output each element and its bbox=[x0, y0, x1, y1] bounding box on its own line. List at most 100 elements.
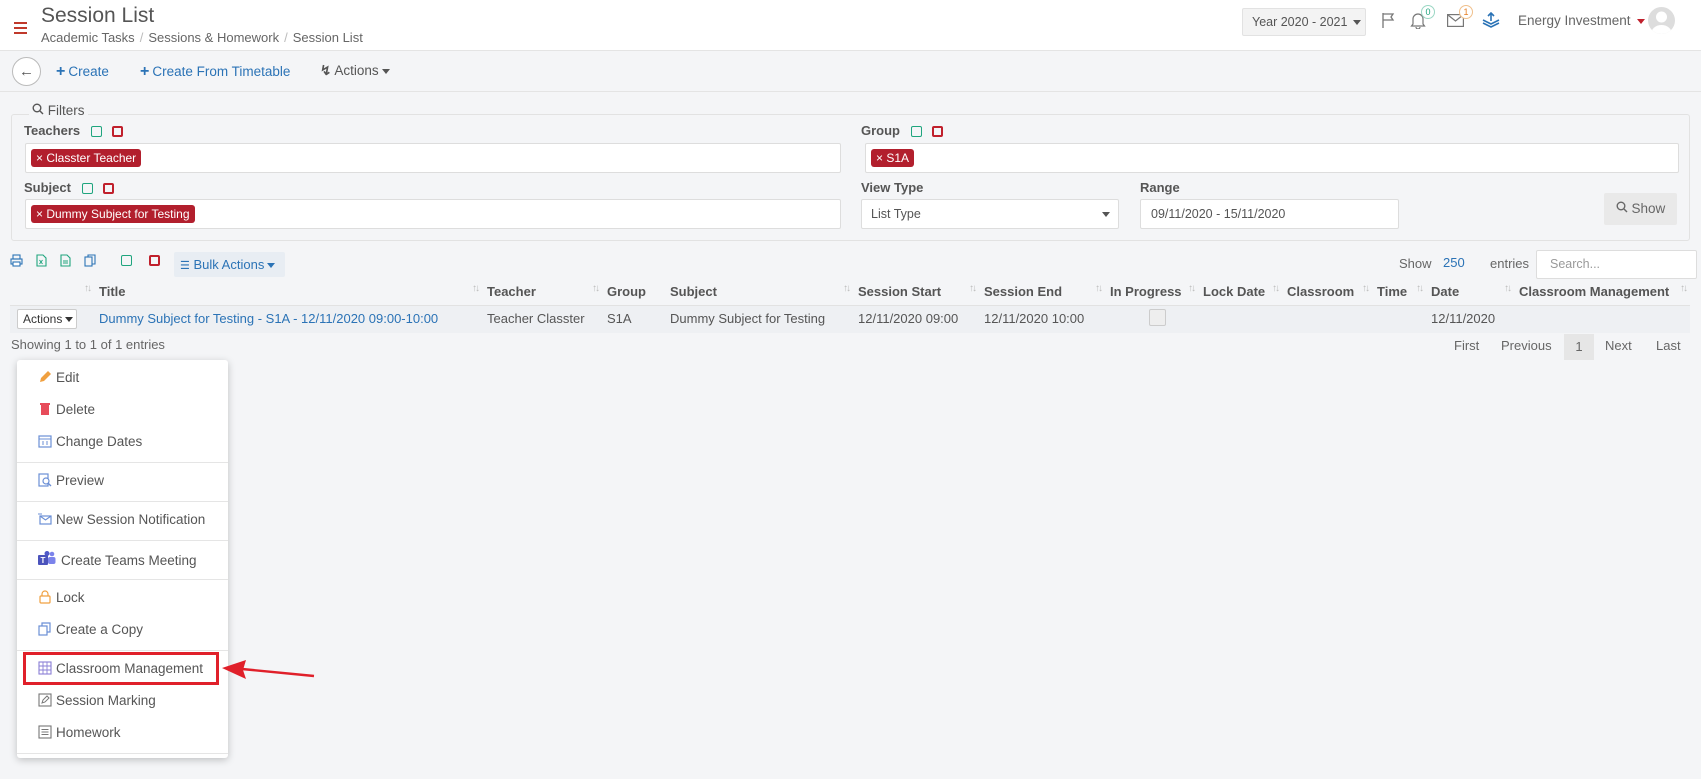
row-actions-menu: Edit Delete Change Dates Preview New Ses… bbox=[17, 360, 228, 758]
col-in-progress[interactable]: In Progress bbox=[1110, 284, 1182, 299]
col-teacher[interactable]: Teacher bbox=[487, 284, 536, 299]
teachers-tag-text: Classter Teacher bbox=[46, 151, 137, 165]
row-in-progress-checkbox[interactable] bbox=[1149, 309, 1166, 326]
actions-dropdown[interactable]: ↯ Actions bbox=[320, 63, 390, 79]
menu-item-delete[interactable]: Delete bbox=[38, 402, 95, 417]
menu-item-edit[interactable]: Edit bbox=[38, 370, 79, 385]
subject-input[interactable]: × Dummy Subject for Testing bbox=[25, 199, 841, 229]
create-from-timetable-button[interactable]: + Create From Timetable bbox=[140, 63, 290, 81]
menu-delete-label: Delete bbox=[56, 402, 96, 417]
group-select-all-icon[interactable] bbox=[910, 126, 922, 138]
lock-icon bbox=[39, 590, 51, 604]
row-session-start: 12/11/2020 09:00 bbox=[858, 311, 959, 326]
col-group[interactable]: Group bbox=[607, 284, 646, 299]
bulk-actions-button[interactable]: ☰ Bulk Actions bbox=[174, 252, 285, 277]
row-session-end: 12/11/2020 10:00 bbox=[984, 311, 1085, 326]
teachers-select-all-icon[interactable] bbox=[90, 126, 102, 138]
csv-icon[interactable] bbox=[60, 254, 71, 267]
pager-next[interactable]: Next bbox=[1605, 338, 1632, 353]
subject-label-text: Subject bbox=[24, 180, 71, 195]
subject-select-all-icon[interactable] bbox=[81, 183, 93, 195]
view-type-value: List Type bbox=[871, 207, 921, 221]
bulk-actions-label: Bulk Actions bbox=[193, 257, 265, 272]
flag-icon[interactable] bbox=[1381, 12, 1397, 28]
teachers-label-text: Teachers bbox=[24, 123, 81, 138]
create-button[interactable]: + Create bbox=[56, 63, 109, 81]
pager-last[interactable]: Last bbox=[1656, 338, 1681, 353]
col-classroom[interactable]: Classroom bbox=[1287, 284, 1354, 299]
menu-item-homework[interactable]: Homework bbox=[38, 725, 121, 740]
col-subject[interactable]: Subject bbox=[670, 284, 717, 299]
row-actions-button[interactable]: Actions bbox=[17, 309, 77, 329]
deselect-all-icon[interactable] bbox=[149, 255, 160, 266]
pager-previous[interactable]: Previous bbox=[1501, 338, 1552, 353]
pencil-icon bbox=[40, 371, 51, 382]
col-classroom-management[interactable]: Classroom Management bbox=[1519, 284, 1669, 299]
entries-count-select[interactable]: 250 bbox=[1443, 255, 1465, 270]
trash-icon bbox=[40, 403, 50, 415]
teachers-clear-icon[interactable] bbox=[112, 126, 124, 138]
col-time[interactable]: Time bbox=[1377, 284, 1407, 299]
notifications-icon[interactable]: 0 bbox=[1410, 5, 1435, 32]
view-type-select[interactable]: List Type bbox=[861, 199, 1119, 229]
user-name[interactable]: Energy Investment bbox=[1518, 13, 1645, 28]
avatar[interactable] bbox=[1648, 7, 1675, 34]
search-icon bbox=[1616, 201, 1628, 213]
col-lock-date[interactable]: Lock Date bbox=[1203, 284, 1265, 299]
teachers-tag[interactable]: × Classter Teacher bbox=[31, 149, 142, 167]
subject-tag[interactable]: × Dummy Subject for Testing bbox=[31, 205, 195, 223]
group-label-text: Group bbox=[861, 123, 900, 138]
subject-label: Subject bbox=[24, 180, 115, 195]
preview-icon bbox=[38, 473, 52, 487]
actions-label: Actions bbox=[334, 63, 379, 78]
table-search-input[interactable]: Search... bbox=[1536, 250, 1697, 279]
row-title-link[interactable]: Dummy Subject for Testing - S1A - 12/11/… bbox=[99, 311, 438, 326]
search-icon bbox=[32, 103, 44, 115]
group-tag[interactable]: × S1A bbox=[871, 149, 915, 167]
col-session-end[interactable]: Session End bbox=[984, 284, 1062, 299]
show-button[interactable]: Show bbox=[1604, 193, 1677, 225]
copy-icon[interactable] bbox=[84, 254, 96, 267]
print-icon[interactable] bbox=[10, 254, 23, 267]
menu-edit-label: Edit bbox=[56, 370, 80, 385]
row-date: 12/11/2020 bbox=[1431, 311, 1496, 326]
layers-icon[interactable] bbox=[1482, 12, 1500, 28]
list-icon: ☰ bbox=[180, 260, 190, 272]
teachers-input[interactable]: × Classter Teacher bbox=[25, 143, 841, 173]
year-select[interactable]: Year 2020 - 2021 bbox=[1242, 8, 1366, 36]
col-session-start[interactable]: Session Start bbox=[858, 284, 941, 299]
highlight-box bbox=[23, 652, 219, 685]
menu-preview-label: Preview bbox=[56, 473, 105, 488]
homework-list-icon bbox=[38, 725, 52, 739]
col-date[interactable]: Date bbox=[1431, 284, 1459, 299]
col-title[interactable]: Title bbox=[99, 284, 126, 299]
back-button[interactable]: ← bbox=[12, 57, 41, 86]
messages-icon[interactable]: 1 bbox=[1447, 5, 1473, 30]
menu-item-change-dates[interactable]: Change Dates bbox=[38, 434, 142, 449]
subject-clear-icon[interactable] bbox=[103, 183, 115, 195]
hamburger-menu-icon[interactable] bbox=[14, 22, 27, 37]
menu-item-preview[interactable]: Preview bbox=[38, 473, 104, 488]
pager-first[interactable]: First bbox=[1454, 338, 1479, 353]
show-button-label: Show bbox=[1631, 201, 1666, 216]
menu-item-session-marking[interactable]: Session Marking bbox=[38, 693, 156, 708]
filters-legend-text: Filters bbox=[47, 103, 85, 118]
breadcrumb: Academic Tasks / Sessions & Homework / Sessi… bbox=[41, 30, 363, 45]
menu-item-lock[interactable]: Lock bbox=[38, 590, 85, 605]
breadcrumb-sessions-homework[interactable]: Sessions & Homework bbox=[148, 30, 279, 45]
range-input[interactable]: 09/11/2020 - 15/11/2020 bbox=[1140, 199, 1399, 229]
menu-item-create-a-copy[interactable]: Create a Copy bbox=[38, 622, 143, 637]
range-label: Range bbox=[1140, 180, 1180, 195]
group-clear-icon[interactable] bbox=[932, 126, 944, 138]
row-actions-label: Actions bbox=[23, 312, 63, 326]
menu-homework-label: Homework bbox=[56, 725, 121, 740]
page-toolbar: ← + Create + Create From Timetable ↯ Action… bbox=[0, 51, 1701, 92]
excel-icon[interactable] bbox=[36, 254, 47, 267]
menu-item-new-session-notification[interactable]: New Session Notification bbox=[38, 512, 205, 527]
group-input[interactable]: × S1A bbox=[865, 143, 1679, 173]
breadcrumb-academic-tasks[interactable]: Academic Tasks bbox=[41, 30, 135, 45]
menu-item-create-teams-meeting[interactable]: T Create Teams Meeting bbox=[38, 551, 197, 568]
pager-current[interactable]: 1 bbox=[1564, 334, 1594, 360]
menu-create-a-copy-label: Create a Copy bbox=[56, 622, 144, 637]
select-all-icon[interactable] bbox=[121, 255, 132, 266]
